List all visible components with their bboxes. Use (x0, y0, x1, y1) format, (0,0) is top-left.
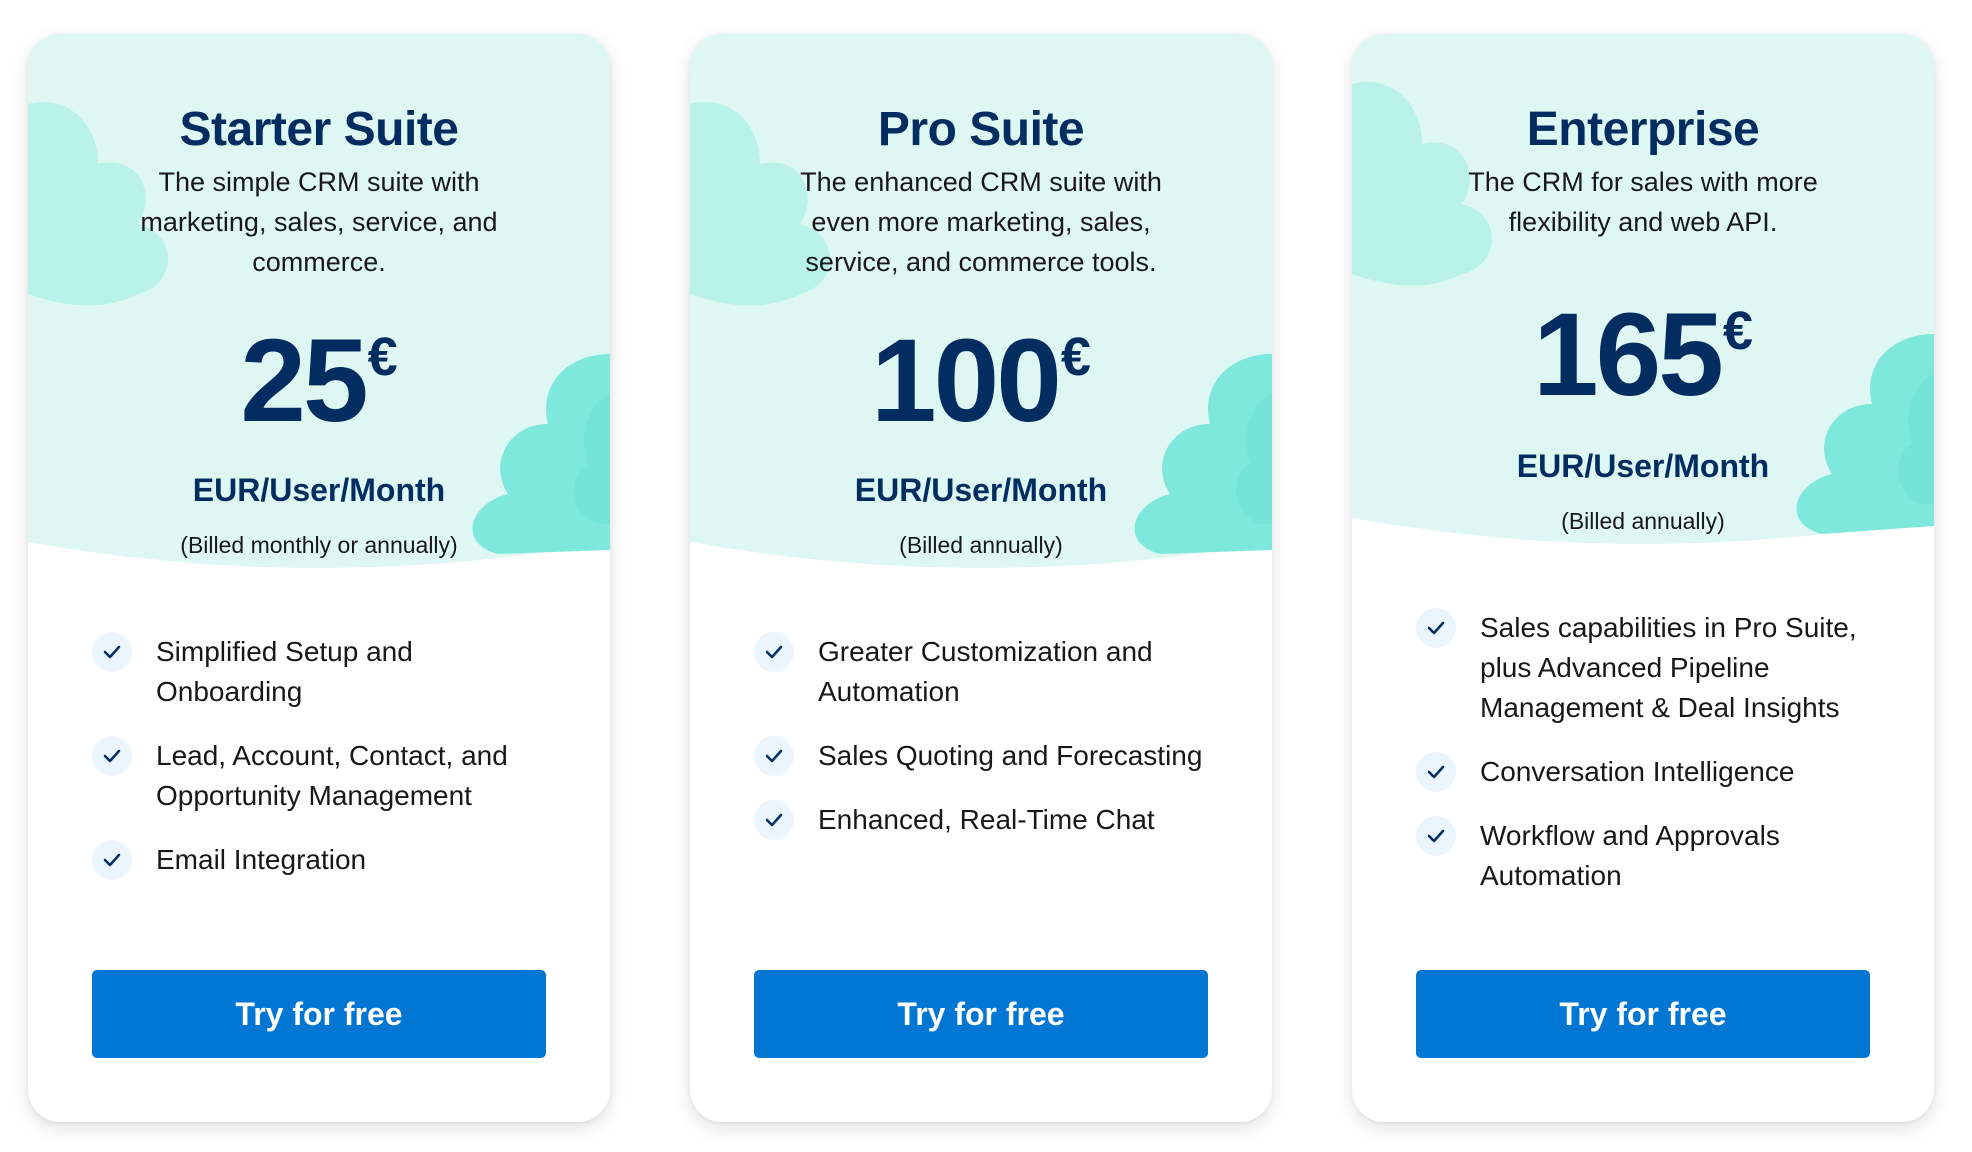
feature-text: Lead, Account, Contact, and Opportunity … (156, 740, 508, 811)
price-currency: € (1722, 301, 1753, 361)
checkmark-icon (92, 736, 132, 776)
pricing-card-starter-suite: Starter Suite The simple CRM suite with … (28, 34, 610, 1122)
try-for-free-button[interactable]: Try for free (754, 970, 1208, 1058)
price-unit: EUR/User/Month (192, 472, 446, 508)
feature-text: Enhanced, Real-Time Chat (818, 804, 1155, 835)
plan-price: 100€ (690, 322, 1272, 440)
plan-title: Pro Suite (877, 103, 1085, 156)
feature-item: Sales capabilities in Pro Suite, plus Ad… (1416, 608, 1886, 728)
plan-price: 165€ (1352, 296, 1934, 414)
feature-text: Sales Quoting and Forecasting (818, 740, 1203, 771)
try-for-free-button[interactable]: Try for free (92, 970, 546, 1058)
plan-price: 25€ (28, 322, 610, 440)
feature-item: Sales Quoting and Forecasting (754, 736, 1224, 776)
feature-list: Sales capabilities in Pro Suite, plus Ad… (1416, 608, 1886, 920)
feature-text: Simplified Setup and Onboarding (156, 636, 413, 707)
feature-text: Conversation Intelligence (1480, 756, 1795, 787)
feature-text: Greater Customization and Automation (818, 636, 1153, 707)
feature-list: Simplified Setup and Onboarding Lead, Ac… (92, 632, 562, 904)
feature-item: Enhanced, Real-Time Chat (754, 800, 1224, 840)
feature-list: Greater Customization and Automation Sal… (754, 632, 1224, 864)
price-amount: 100 (871, 315, 1062, 447)
feature-item: Email Integration (92, 840, 562, 880)
checkmark-icon (1416, 752, 1456, 792)
billing-note: (Billed monthly or annually) (180, 532, 458, 558)
plan-title: Starter Suite (179, 103, 459, 156)
pricing-card-pro-suite: Pro Suite The enhanced CRM suite with ev… (690, 34, 1272, 1122)
plan-description: The simple CRM suite with marketing, sal… (140, 167, 498, 277)
feature-text: Sales capabilities in Pro Suite, plus Ad… (1480, 612, 1857, 723)
feature-item: Lead, Account, Contact, and Opportunity … (92, 736, 562, 816)
pricing-section: Starter Suite The simple CRM suite with … (0, 0, 1972, 1152)
billing-note: (Billed annually) (899, 532, 1063, 558)
feature-item: Workflow and Approvals Automation (1416, 816, 1886, 896)
price-amount: 25 (240, 315, 368, 447)
price-amount: 165 (1533, 289, 1724, 421)
checkmark-icon (754, 800, 794, 840)
checkmark-icon (1416, 608, 1456, 648)
plan-title: Enterprise (1526, 103, 1760, 156)
feature-text: Email Integration (156, 844, 367, 875)
try-for-free-button[interactable]: Try for free (1416, 970, 1870, 1058)
feature-item: Conversation Intelligence (1416, 752, 1886, 792)
plan-description: The enhanced CRM suite with even more ma… (800, 167, 1162, 277)
checkmark-icon (754, 632, 794, 672)
price-currency: € (1060, 327, 1091, 387)
checkmark-icon (754, 736, 794, 776)
feature-item: Simplified Setup and Onboarding (92, 632, 562, 712)
billing-note: (Billed annually) (1561, 508, 1725, 534)
checkmark-icon (92, 840, 132, 880)
price-unit: EUR/User/Month (1516, 448, 1770, 484)
price-unit: EUR/User/Month (854, 472, 1108, 508)
plan-description: The CRM for sales with more flexibility … (1468, 167, 1818, 237)
feature-item: Greater Customization and Automation (754, 632, 1224, 712)
checkmark-icon (92, 632, 132, 672)
checkmark-icon (1416, 816, 1456, 856)
pricing-card-enterprise: Enterprise The CRM for sales with more f… (1352, 34, 1934, 1122)
price-currency: € (367, 327, 398, 387)
feature-text: Workflow and Approvals Automation (1480, 820, 1780, 891)
